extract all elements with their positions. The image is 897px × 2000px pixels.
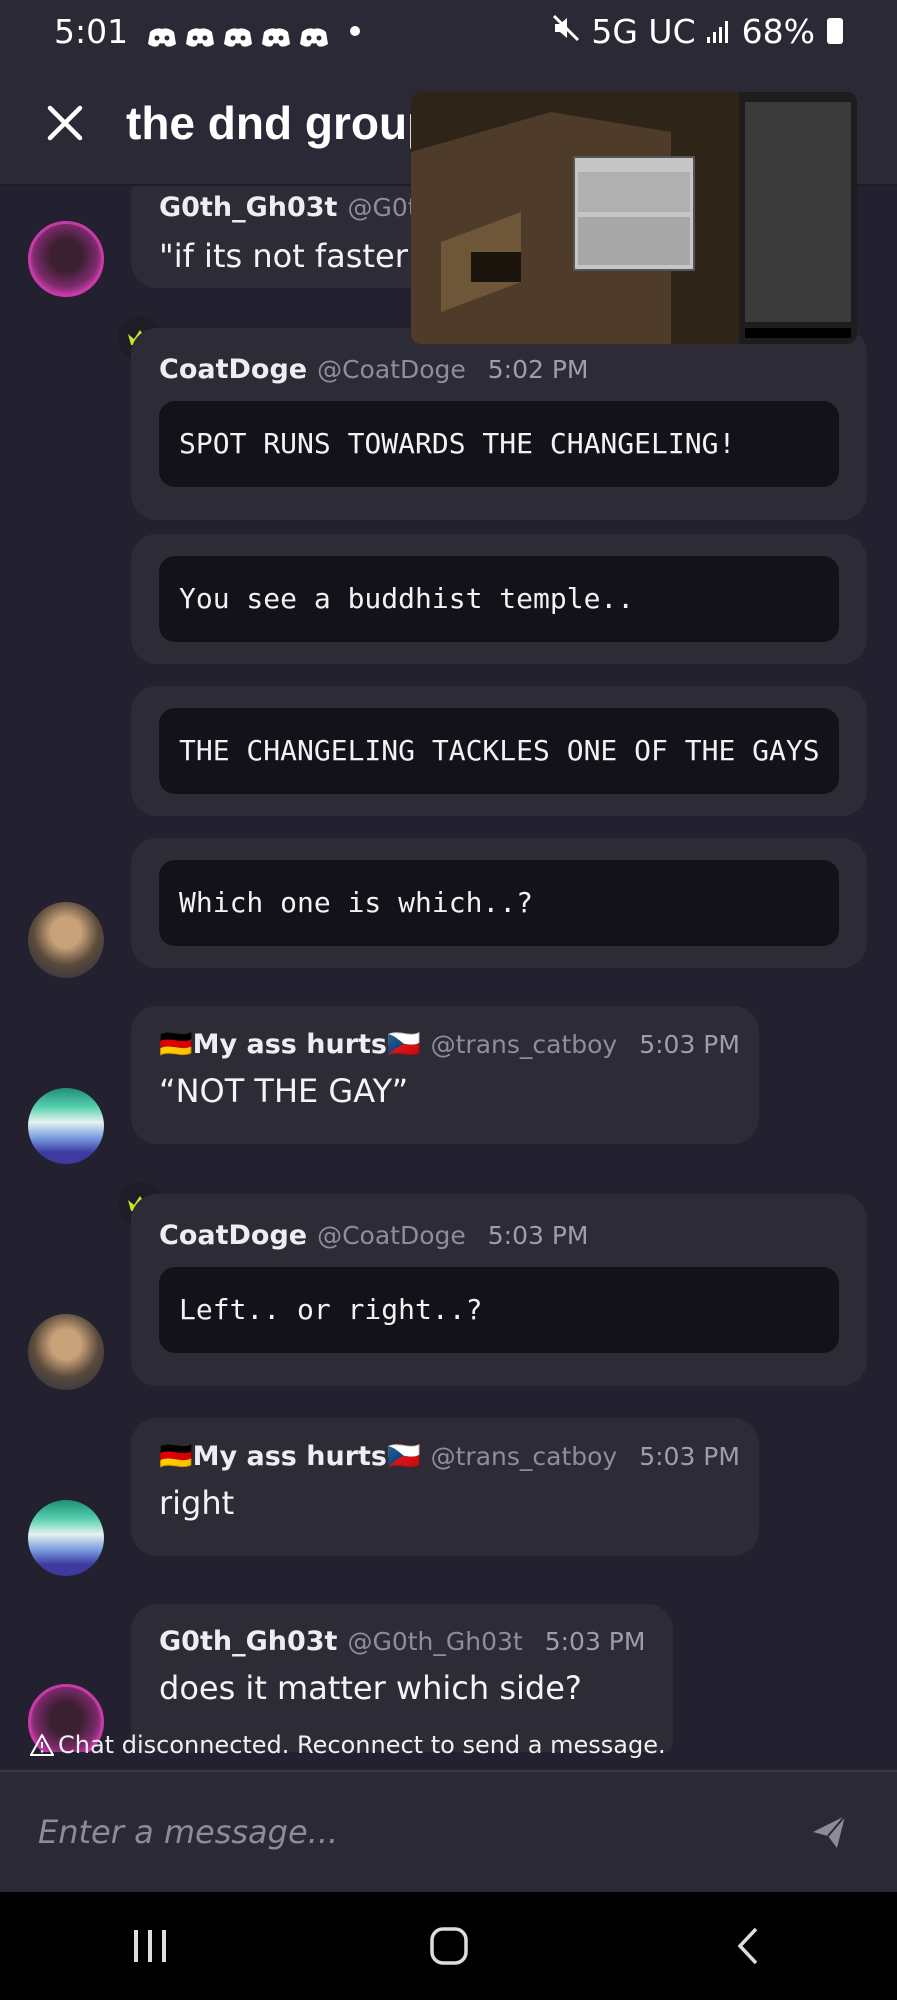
code-block: Which one is which..? [159, 860, 839, 946]
video-frame [411, 92, 857, 344]
message-time: 5:02 PM [487, 355, 589, 384]
message-bubble: 🇩🇪My ass hurts🇨🇿 @trans_catboy 5:03 PM “… [131, 1006, 759, 1144]
message-meta: G0th_Gh03t @G0th_Gh03t 5:03 PM [159, 1626, 645, 1657]
message-handle: @CoatDoge [317, 1221, 466, 1250]
back-button[interactable] [708, 1906, 788, 1986]
avatar-trans-catboy[interactable] [28, 1500, 104, 1576]
discord-icon [146, 19, 178, 47]
recents-button[interactable] [110, 1906, 190, 1986]
message-author[interactable]: 🇩🇪My ass hurts🇨🇿 [159, 1440, 421, 1472]
home-button[interactable] [409, 1906, 489, 1986]
avatar-trans-catboy[interactable] [28, 1088, 104, 1164]
message-meta: CoatDoge @CoatDoge 5:02 PM [159, 354, 839, 385]
signal-icon [706, 12, 732, 51]
message-time: 5:03 PM [544, 1627, 646, 1656]
notice-text: Chat disconnected. Reconnect to send a m… [58, 1731, 666, 1759]
back-icon [737, 1927, 757, 1965]
discord-icon [184, 19, 216, 47]
status-left: 5:01 [54, 11, 361, 51]
message-bubble: G0th_Gh03t @G0th_Gh03t 5:03 PM does it m… [131, 1604, 673, 1752]
message-handle: @trans_catboy [430, 1030, 618, 1059]
clock: 5:01 [54, 11, 129, 51]
message-text: right [159, 1484, 235, 1522]
send-icon [813, 1815, 846, 1848]
send-button[interactable] [799, 1802, 859, 1862]
notification-icons [146, 19, 330, 47]
discord-icon [298, 19, 330, 47]
code-block: SPOT RUNS TOWARDS THE CHANGELING! [159, 401, 839, 487]
message-input[interactable] [38, 1813, 799, 1851]
message-meta: 🇩🇪My ass hurts🇨🇿 @trans_catboy 5:03 PM [159, 1440, 740, 1472]
code-block: You see a buddhist temple.. [159, 556, 839, 642]
message-text: “NOT THE GAY” [159, 1072, 409, 1110]
message-bubble: CoatDoge @CoatDoge 5:02 PM SPOT RUNS TOW… [131, 328, 867, 520]
picture-in-picture-video[interactable] [411, 92, 857, 344]
message-handle: @trans_catboy [430, 1442, 618, 1471]
message-time: 5:03 PM [487, 1221, 589, 1250]
status-right: 5G UC 68% [551, 12, 843, 51]
system-navbar [0, 1892, 897, 2000]
message-author[interactable]: G0th_Gh03t [159, 1626, 337, 1657]
close-button[interactable] [30, 88, 100, 158]
avatar-coatdoge[interactable] [28, 1314, 104, 1390]
message-author[interactable]: G0th_Gh03t [159, 192, 337, 223]
message-time: 5:03 PM [639, 1442, 740, 1471]
message-list[interactable]: G0th_Gh03t @G0th_Gh03t "if its not faste… [0, 186, 897, 1752]
disconnected-notice: Chat disconnected. Reconnect to send a m… [30, 1731, 666, 1759]
message-meta: CoatDoge @CoatDoge 5:03 PM [159, 1220, 839, 1251]
avatar-g0th[interactable] [28, 221, 104, 297]
code-block: Left.. or right..? [159, 1267, 839, 1353]
message-handle: @CoatDoge [317, 355, 466, 384]
mute-icon [551, 12, 581, 51]
chat-title: the dnd group [126, 97, 436, 149]
message-text: does it matter which side? [159, 1669, 582, 1707]
message-bubble: Which one is which..? [131, 838, 867, 968]
message-bubble: You see a buddhist temple.. [131, 534, 867, 664]
status-bar: 5:01 5G UC 68% [0, 0, 897, 62]
battery-icon [827, 18, 843, 44]
message-bubble: 🇩🇪My ass hurts🇨🇿 @trans_catboy 5:03 PM r… [131, 1418, 759, 1556]
message-author[interactable]: CoatDoge [159, 354, 307, 385]
avatar-coatdoge[interactable] [28, 902, 104, 978]
network-label: 5G UC [591, 11, 696, 51]
warning-icon [30, 1734, 54, 1756]
message-meta: 🇩🇪My ass hurts🇨🇿 @trans_catboy 5:03 PM [159, 1028, 740, 1060]
discord-icon [260, 19, 292, 47]
code-block: THE CHANGELING TACKLES ONE OF THE GAYS [159, 708, 839, 794]
close-icon [47, 105, 83, 141]
battery-percent: 68% [741, 11, 815, 51]
message-composer [0, 1770, 897, 1892]
message-time: 5:03 PM [639, 1030, 740, 1059]
recents-icon [133, 1930, 166, 1962]
message-handle: @G0th_Gh03t [347, 1627, 523, 1656]
home-icon [429, 1927, 468, 1965]
message-bubble: THE CHANGELING TACKLES ONE OF THE GAYS [131, 686, 867, 816]
discord-icon [222, 19, 254, 47]
message-bubble: CoatDoge @CoatDoge 5:03 PM Left.. or rig… [131, 1194, 867, 1386]
more-notifications-dot [350, 26, 361, 36]
message-author[interactable]: CoatDoge [159, 1220, 307, 1251]
message-author[interactable]: 🇩🇪My ass hurts🇨🇿 [159, 1028, 421, 1060]
